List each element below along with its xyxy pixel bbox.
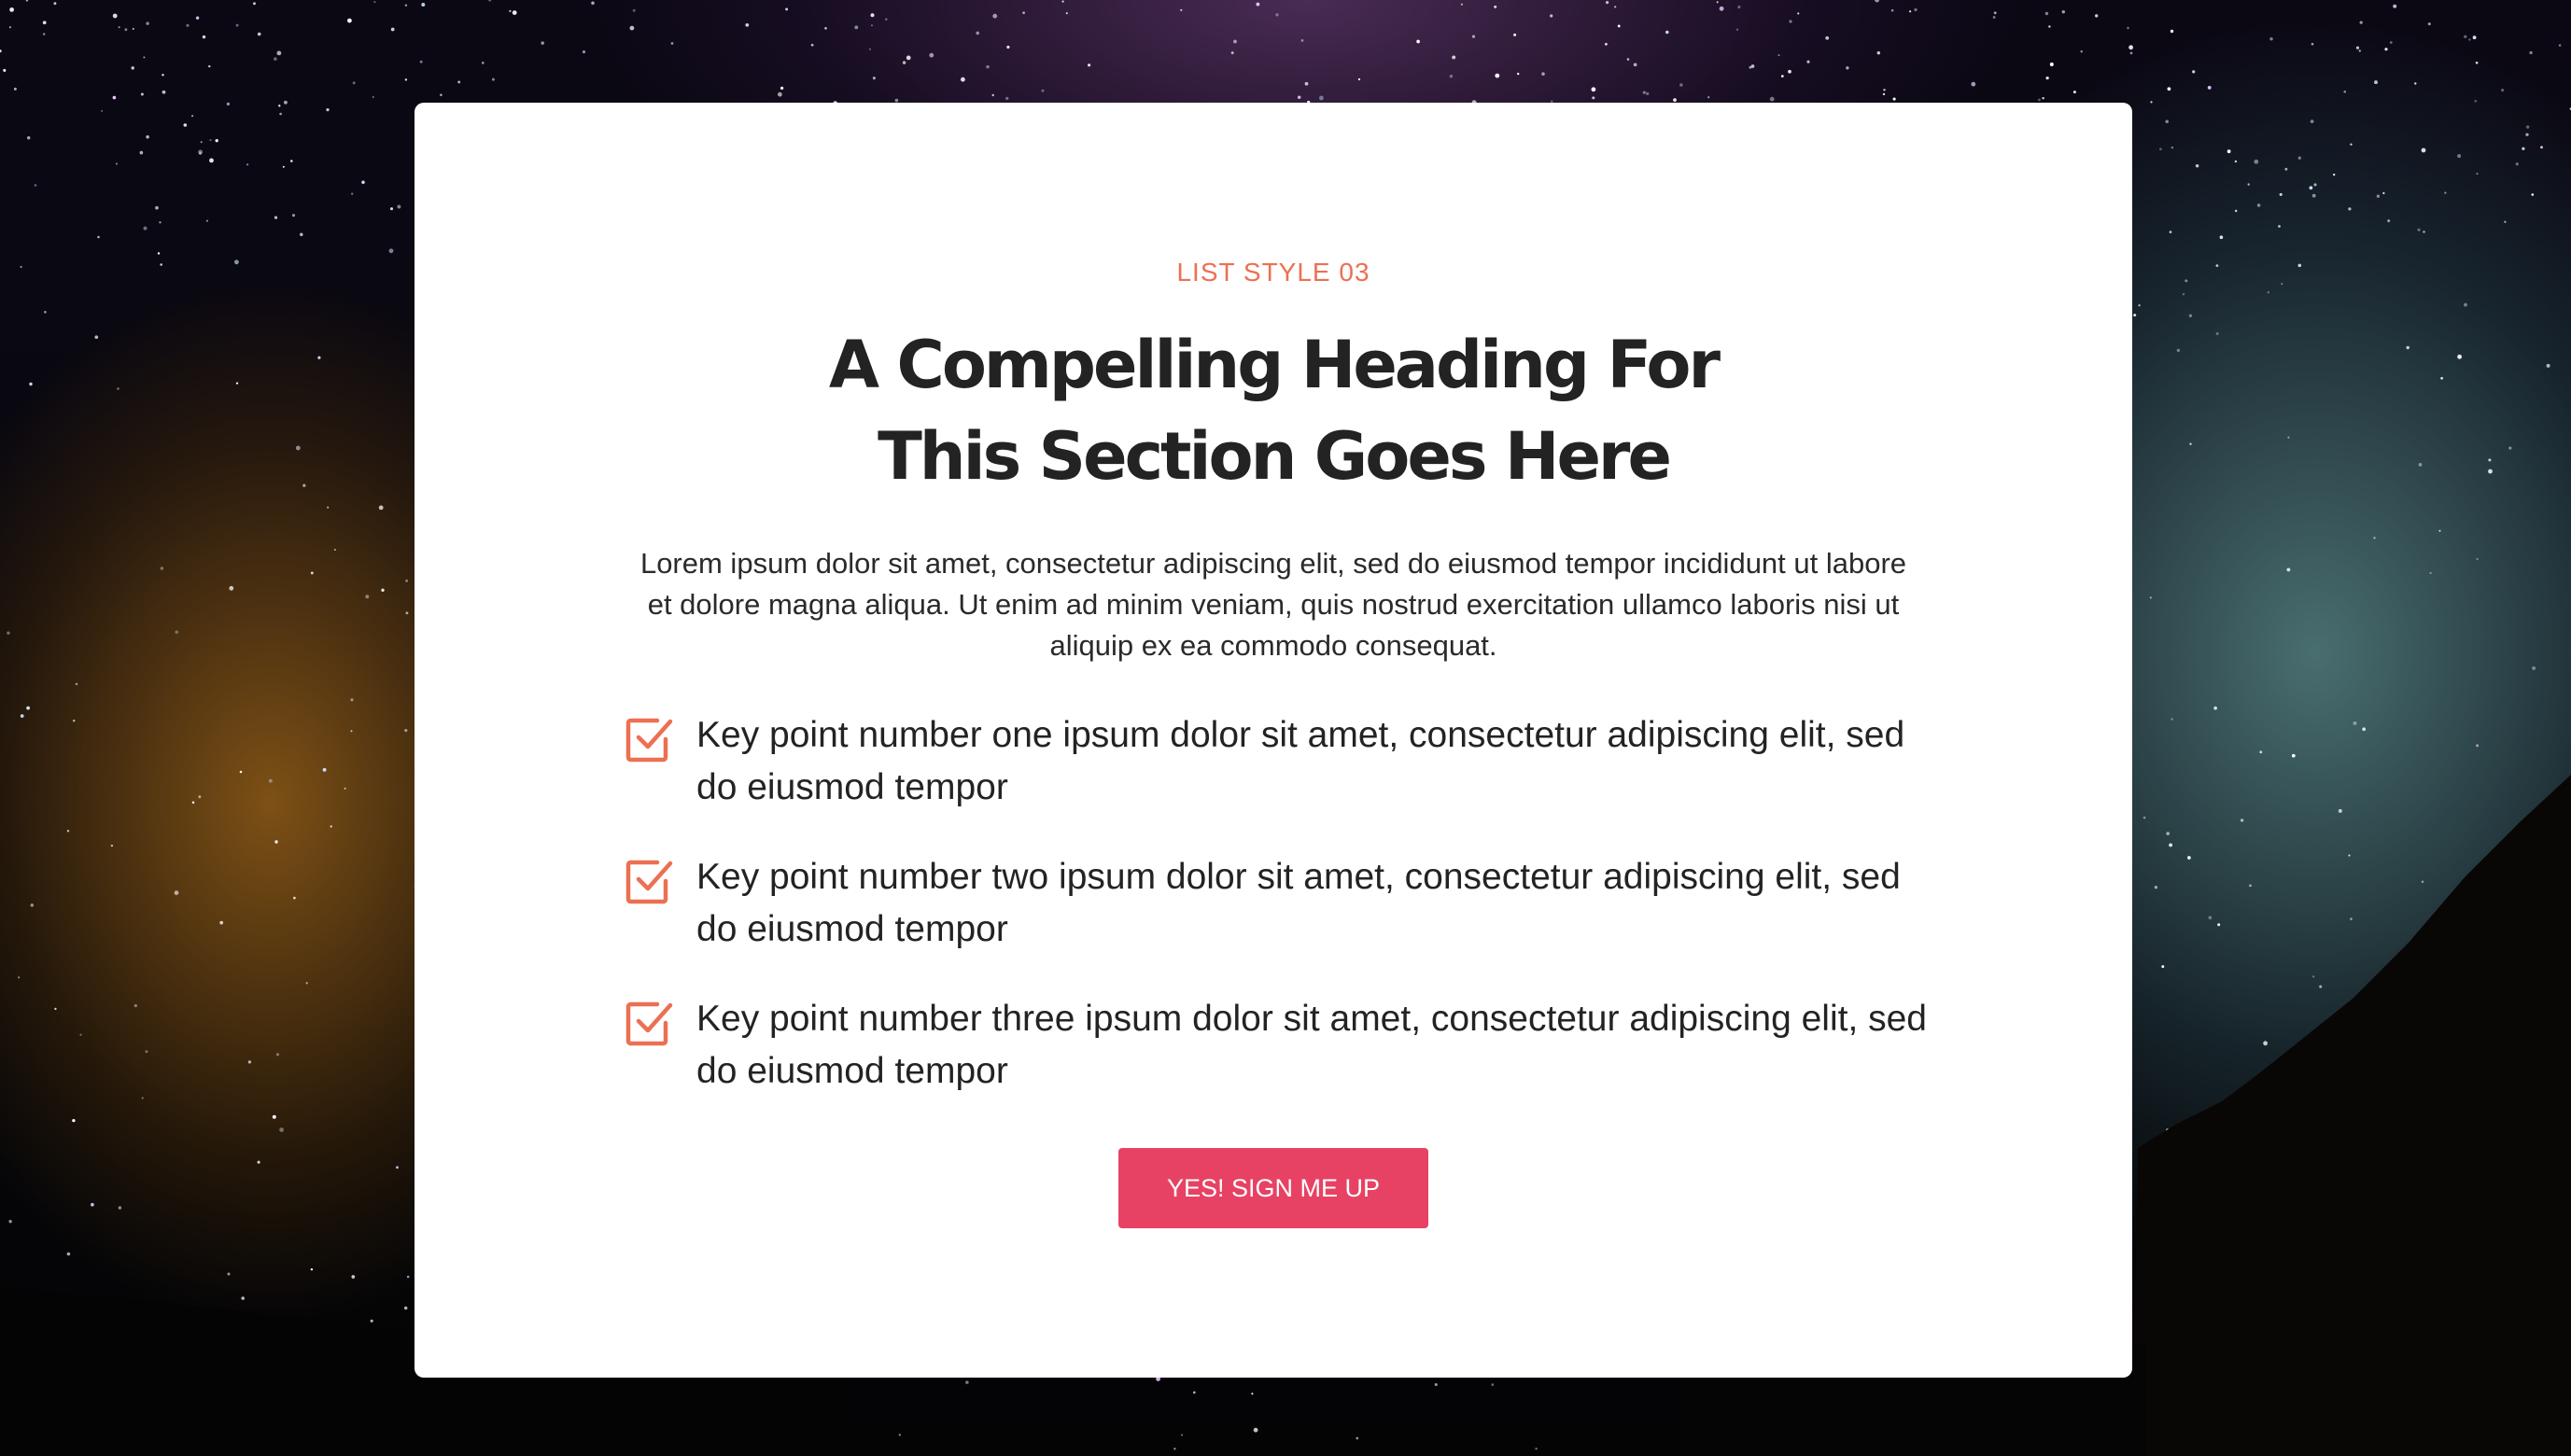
checkbox-check-icon <box>625 718 673 763</box>
section-heading: A Compelling Heading For This Section Go… <box>414 319 2132 502</box>
key-point-text: Key point number two ipsum dolor sit ame… <box>696 857 1901 949</box>
section-intro: Lorem ipsum dolor sit amet, consectetur … <box>639 547 1907 662</box>
key-point-item: Key point number one ipsum dolor sit ame… <box>625 709 1932 851</box>
sign-up-button[interactable]: YES! SIGN ME UP <box>1118 1148 1428 1228</box>
key-point-item: Key point number two ipsum dolor sit ame… <box>625 851 1932 993</box>
key-points-list: Key point number one ipsum dolor sit ame… <box>625 709 1932 1135</box>
section-eyebrow: LIST STYLE 03 <box>1176 258 1370 287</box>
content-card: LIST STYLE 03 A Compelling Heading For T… <box>414 103 2132 1378</box>
section-heading-line-1: A Compelling Heading For <box>828 327 1721 403</box>
key-point-text: Key point number three ipsum dolor sit a… <box>696 999 1928 1091</box>
key-point-item: Key point number three ipsum dolor sit a… <box>625 993 1932 1135</box>
section-heading-line-2: This Section Goes Here <box>878 418 1672 495</box>
key-point-text: Key point number one ipsum dolor sit ame… <box>696 715 1905 807</box>
checkbox-check-icon <box>625 860 673 904</box>
checkbox-check-icon <box>625 1001 673 1046</box>
